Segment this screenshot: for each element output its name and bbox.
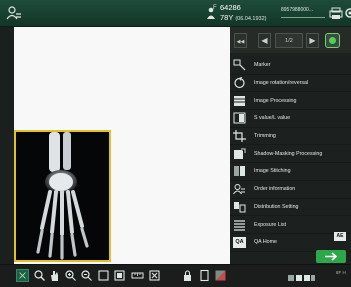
menu-item-label: Trimming bbox=[254, 133, 276, 140]
trimming-icon bbox=[233, 130, 246, 143]
image-adjust-icon[interactable] bbox=[214, 269, 227, 282]
ae-chip[interactable]: AE bbox=[334, 232, 346, 241]
prev-page-button[interactable]: ◀ bbox=[258, 33, 271, 48]
rotation-icon bbox=[234, 77, 245, 89]
stitching-icon bbox=[234, 166, 245, 177]
menu-item-rotation[interactable]: Image rotation/reversal bbox=[230, 75, 351, 93]
left-gutter bbox=[0, 27, 14, 264]
menu-item-label: Marker bbox=[254, 62, 271, 69]
delete-icon[interactable] bbox=[148, 269, 161, 282]
prev-page-label: ◀ bbox=[261, 36, 268, 45]
ok-button[interactable] bbox=[325, 33, 340, 48]
exposure-list-icon bbox=[234, 219, 245, 231]
menu-item-shadow-masking[interactable]: Shadow-Masking Processing bbox=[230, 145, 351, 164]
menu-item-marker[interactable]: Marker bbox=[230, 57, 351, 75]
menu-item-label: S value/L value bbox=[254, 115, 291, 122]
function-menu: Marker Image rotation/reversal Image Proce… bbox=[230, 57, 351, 252]
top-bar: F 64286 78Y (06.04.1932) 8957988000... bbox=[0, 0, 351, 27]
next-page-button[interactable]: ▶ bbox=[306, 33, 319, 48]
qa-home-icon: QA bbox=[233, 236, 246, 248]
lock-icon[interactable] bbox=[181, 269, 194, 282]
menu-item-label: Image Stitching bbox=[254, 168, 291, 175]
patient-sex: F bbox=[213, 5, 217, 11]
menu-item-label: Image Processing bbox=[254, 97, 297, 104]
patient-age-value: 78Y bbox=[220, 13, 234, 22]
next-page-label: ▶ bbox=[309, 36, 316, 45]
accession-underline bbox=[281, 17, 325, 18]
hand-icon[interactable] bbox=[48, 269, 61, 282]
settings-icon[interactable] bbox=[343, 6, 351, 20]
patient-id: 64286 bbox=[220, 3, 241, 12]
fit-icon[interactable] bbox=[97, 269, 110, 282]
print-icon[interactable] bbox=[329, 6, 343, 20]
menu-item-label: Exposure List bbox=[254, 221, 287, 228]
output-button[interactable] bbox=[316, 250, 346, 263]
xray-foot-image bbox=[16, 132, 109, 260]
patient-dob: (06.04.1932) bbox=[235, 16, 267, 22]
menu-item-trimming[interactable]: Trimming bbox=[230, 128, 351, 146]
menu-item-distribution[interactable]: Distribution Setting bbox=[230, 199, 351, 217]
status-text: 8F H bbox=[336, 270, 346, 275]
patient-info-icon[interactable] bbox=[6, 5, 22, 21]
zoom-icon[interactable] bbox=[33, 269, 46, 282]
first-page-label: ◀◀ bbox=[236, 39, 245, 45]
order-info-icon bbox=[233, 184, 245, 195]
menu-item-exposure-list[interactable]: Exposure List bbox=[230, 216, 351, 234]
processing-icon bbox=[234, 95, 245, 106]
page-icon[interactable] bbox=[198, 269, 211, 282]
zoom-in-icon[interactable] bbox=[64, 269, 77, 282]
marker-icon bbox=[233, 59, 246, 71]
status-icons bbox=[288, 275, 315, 281]
menu-item-stitching[interactable]: Image Stitching bbox=[230, 163, 351, 181]
image-navigator: ◀◀ ◀ 1/2 ▶ bbox=[230, 31, 351, 51]
first-page-button[interactable]: ◀◀ bbox=[234, 33, 247, 48]
menu-item-s-value[interactable]: S value/L value bbox=[230, 110, 351, 128]
menu-item-order-info[interactable]: Order information bbox=[230, 181, 351, 199]
menu-item-label: Distribution Setting bbox=[254, 203, 299, 210]
arrow-right-icon bbox=[325, 252, 338, 261]
distribution-icon bbox=[234, 201, 246, 213]
shadow-masking-icon bbox=[234, 148, 246, 159]
accession-number[interactable]: 8957988000... bbox=[281, 4, 325, 16]
menu-item-label: Order information bbox=[254, 186, 296, 193]
layout-icon[interactable] bbox=[113, 269, 126, 282]
menu-item-label: QA Home bbox=[254, 239, 277, 246]
menu-item-processing[interactable]: Image Processing bbox=[230, 92, 351, 111]
patient-age: 78Y (06.04.1932) bbox=[220, 13, 267, 22]
menu-item-label: Image rotation/reversal bbox=[254, 80, 309, 87]
xray-thumbnail[interactable] bbox=[14, 130, 111, 262]
measure-icon[interactable] bbox=[131, 269, 144, 282]
zoom-out-icon[interactable] bbox=[80, 269, 93, 282]
menu-item-label: Shadow-Masking Processing bbox=[254, 150, 323, 157]
grid-icon[interactable] bbox=[16, 269, 29, 282]
menu-item-qa-home[interactable]: QA QA Home bbox=[230, 234, 351, 252]
s-value-icon bbox=[233, 112, 246, 124]
bottom-toolbar bbox=[0, 264, 351, 287]
